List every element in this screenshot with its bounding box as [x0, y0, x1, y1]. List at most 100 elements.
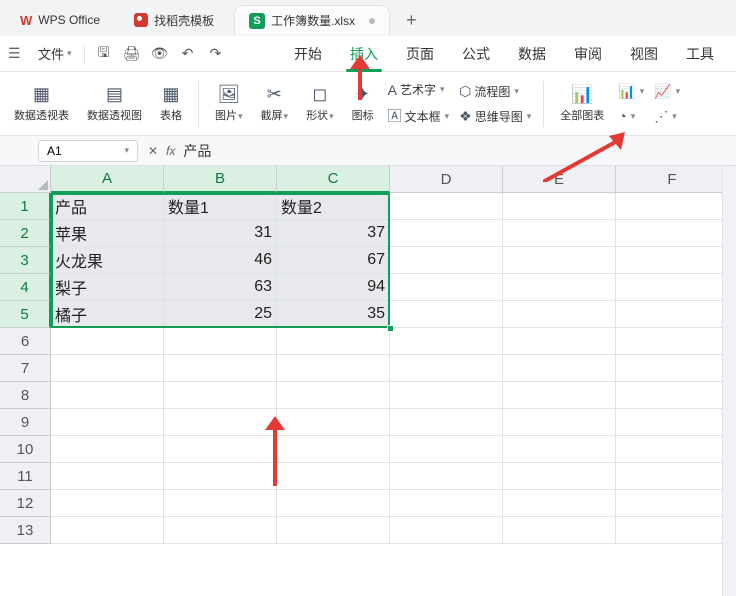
- cell[interactable]: [277, 355, 390, 382]
- line-chart-button[interactable]: 📈▾: [650, 80, 684, 103]
- row-header[interactable]: 12: [0, 490, 51, 517]
- redo-icon[interactable]: ↷: [203, 41, 229, 67]
- column-header[interactable]: E: [503, 166, 616, 193]
- cell[interactable]: [51, 409, 164, 436]
- fx-icon[interactable]: fx: [166, 144, 175, 158]
- row-header[interactable]: 10: [0, 436, 51, 463]
- cell[interactable]: 产品: [51, 193, 164, 220]
- cell[interactable]: 数量2: [277, 193, 390, 220]
- cell[interactable]: [164, 463, 277, 490]
- cell[interactable]: [503, 247, 616, 274]
- cell[interactable]: 35: [277, 301, 390, 328]
- column-header[interactable]: D: [390, 166, 503, 193]
- row-header[interactable]: 3: [0, 247, 51, 274]
- cell[interactable]: [503, 301, 616, 328]
- tab-review[interactable]: 审阅: [560, 36, 616, 72]
- cell[interactable]: [503, 463, 616, 490]
- cell[interactable]: [616, 517, 729, 544]
- cell[interactable]: 数量1: [164, 193, 277, 220]
- tab-tools[interactable]: 工具: [672, 36, 728, 72]
- cell[interactable]: [616, 220, 729, 247]
- cell[interactable]: [503, 355, 616, 382]
- cell[interactable]: 梨子: [51, 274, 164, 301]
- name-box[interactable]: A1 ▾: [38, 140, 138, 162]
- cell[interactable]: [277, 409, 390, 436]
- cell[interactable]: [503, 274, 616, 301]
- flowchart-button[interactable]: ⬡流程图▾: [455, 80, 535, 103]
- cell[interactable]: [277, 328, 390, 355]
- shape-button[interactable]: ◻ 形状▾: [298, 80, 342, 127]
- wordart-button[interactable]: A艺术字▾: [384, 78, 454, 101]
- cell[interactable]: 苹果: [51, 220, 164, 247]
- pivot-table-button[interactable]: ▦ 数据透视表: [6, 80, 77, 127]
- cell[interactable]: [277, 382, 390, 409]
- menu-icon[interactable]: ☰: [8, 45, 26, 62]
- select-all-corner[interactable]: [0, 166, 51, 193]
- cell[interactable]: 63: [164, 274, 277, 301]
- cell[interactable]: [164, 409, 277, 436]
- cell[interactable]: [616, 301, 729, 328]
- app-tab-file[interactable]: S 工作簿数量.xlsx: [234, 5, 390, 35]
- cell[interactable]: 37: [277, 220, 390, 247]
- cell[interactable]: [51, 355, 164, 382]
- cell[interactable]: [390, 382, 503, 409]
- pivot-chart-button[interactable]: ▤ 数据透视图: [79, 80, 150, 127]
- cell[interactable]: 46: [164, 247, 277, 274]
- column-header[interactable]: B: [164, 166, 277, 193]
- cell[interactable]: [616, 193, 729, 220]
- cell[interactable]: [503, 328, 616, 355]
- cell[interactable]: [616, 355, 729, 382]
- cell[interactable]: [390, 193, 503, 220]
- cell[interactable]: [51, 517, 164, 544]
- cell[interactable]: [390, 517, 503, 544]
- table-button[interactable]: ▦ 表格: [152, 80, 190, 127]
- cell[interactable]: 31: [164, 220, 277, 247]
- cell[interactable]: [164, 355, 277, 382]
- column-header[interactable]: C: [277, 166, 390, 193]
- cell[interactable]: [277, 436, 390, 463]
- cell[interactable]: 94: [277, 274, 390, 301]
- cell[interactable]: [390, 355, 503, 382]
- cell[interactable]: [616, 274, 729, 301]
- cell[interactable]: [277, 463, 390, 490]
- row-header[interactable]: 13: [0, 517, 51, 544]
- tab-formula[interactable]: 公式: [448, 36, 504, 72]
- cell[interactable]: [51, 463, 164, 490]
- tab-page[interactable]: 页面: [392, 36, 448, 72]
- row-header[interactable]: 6: [0, 328, 51, 355]
- cell[interactable]: [164, 517, 277, 544]
- tab-data[interactable]: 数据: [504, 36, 560, 72]
- cell[interactable]: [390, 301, 503, 328]
- cell[interactable]: [503, 517, 616, 544]
- column-header[interactable]: A: [51, 166, 164, 193]
- bar-chart-button[interactable]: 📊▾: [614, 80, 648, 103]
- fill-handle[interactable]: [387, 325, 394, 332]
- cell[interactable]: 橘子: [51, 301, 164, 328]
- pie-chart-button[interactable]: ◔▾: [614, 105, 648, 127]
- tab-start[interactable]: 开始: [280, 36, 336, 72]
- cell[interactable]: [277, 490, 390, 517]
- cell[interactable]: [503, 409, 616, 436]
- save-icon[interactable]: 🖫: [91, 41, 117, 67]
- all-charts-button[interactable]: 📊 全部图表: [552, 80, 612, 127]
- cell[interactable]: [51, 382, 164, 409]
- cells-area[interactable]: 产品数量1数量2苹果3137火龙果4667梨子6394橘子2535: [51, 193, 729, 544]
- row-header[interactable]: 9: [0, 409, 51, 436]
- app-tab-template[interactable]: 找稻壳模板: [120, 5, 228, 35]
- cell[interactable]: [390, 274, 503, 301]
- cell[interactable]: [503, 220, 616, 247]
- new-tab-button[interactable]: +: [396, 10, 427, 31]
- textbox-button[interactable]: 🄰文本框▾: [384, 103, 454, 129]
- row-header[interactable]: 4: [0, 274, 51, 301]
- cell[interactable]: [616, 490, 729, 517]
- cell[interactable]: [277, 517, 390, 544]
- cell[interactable]: [390, 463, 503, 490]
- cell[interactable]: [390, 490, 503, 517]
- vertical-scrollbar[interactable]: [722, 166, 736, 596]
- cell[interactable]: [616, 328, 729, 355]
- cell[interactable]: [390, 220, 503, 247]
- cell[interactable]: [616, 409, 729, 436]
- tab-view[interactable]: 视图: [616, 36, 672, 72]
- row-header[interactable]: 11: [0, 463, 51, 490]
- cell[interactable]: [503, 436, 616, 463]
